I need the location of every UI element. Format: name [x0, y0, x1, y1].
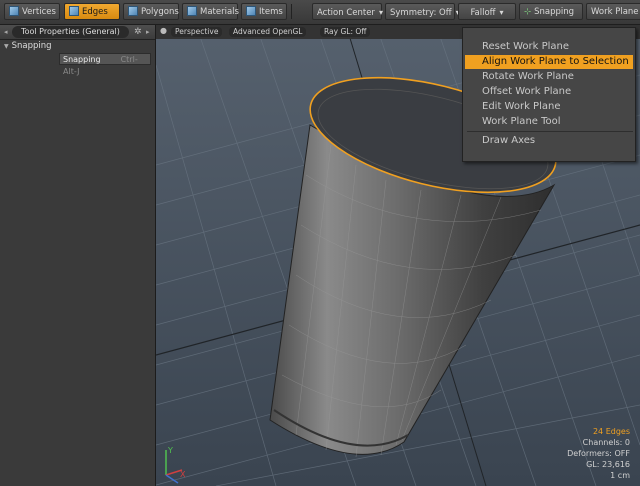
gear-icon[interactable]: ✲	[134, 25, 142, 39]
snapping-icon: ⊹	[524, 7, 532, 17]
polygons-button[interactable]: Polygons	[123, 3, 179, 20]
selection-count: 24 Edges	[592, 427, 630, 436]
menu-item-work-plane-tool[interactable]: Work Plane Tool	[465, 115, 633, 129]
work-plane-menu: Reset Work Plane Align Work Plane to Sel…	[462, 27, 636, 162]
menu-item-align-work-plane[interactable]: Align Work Plane to Selection	[465, 55, 633, 69]
material-mode-icon	[187, 6, 197, 16]
polygon-mode-icon	[128, 6, 138, 16]
work-plane-button[interactable]: Work Plane	[586, 3, 640, 20]
axis-y-label: Y	[167, 446, 173, 455]
vertex-mode-icon	[9, 6, 19, 16]
ray-gl-button[interactable]: Ray GL: Off	[320, 27, 371, 37]
edge-mode-icon	[69, 6, 79, 16]
item-mode-icon	[246, 6, 256, 16]
panel-menu-icon[interactable]: ▸	[146, 25, 150, 39]
edges-button[interactable]: Edges	[64, 3, 120, 20]
items-button[interactable]: Items	[241, 3, 287, 20]
action-center-dropdown[interactable]: Action Center	[312, 3, 382, 20]
menu-item-rotate-work-plane[interactable]: Rotate Work Plane	[465, 70, 633, 84]
menu-item-offset-work-plane[interactable]: Offset Work Plane	[465, 85, 633, 99]
menu-item-draw-axes[interactable]: Draw Axes	[465, 134, 633, 148]
perspective-view-button[interactable]: Perspective	[171, 27, 223, 37]
advanced-opengl-button[interactable]: Advanced OpenGL	[229, 27, 307, 37]
axis-x-label: X	[180, 470, 186, 479]
snapping-section-header[interactable]: ▼ Snapping	[0, 40, 155, 53]
snapping-row: Snapping Ctrl-Alt-J	[0, 53, 155, 76]
symmetry-dropdown[interactable]: Symmetry: Off	[385, 3, 455, 20]
snapping-button[interactable]: Snapping Ctrl-Alt-J	[59, 53, 151, 76]
vertices-button[interactable]: Vertices	[4, 3, 60, 20]
triangle-down-icon: ▼	[4, 43, 9, 50]
viewport-options-icon[interactable]: ●	[160, 26, 167, 35]
menu-divider	[467, 131, 633, 132]
deformers-status: Deformers: OFF	[567, 449, 630, 458]
channels-count: Channels: 0	[582, 438, 630, 447]
top-toolbar: Vertices Edges Polygons Materials Items …	[0, 0, 640, 25]
menu-item-edit-work-plane[interactable]: Edit Work Plane	[465, 100, 633, 114]
panel-header: ◂ Tool Properties (General) ✲ ▸	[0, 25, 155, 40]
gl-count: GL: 23,616	[586, 460, 630, 469]
materials-button[interactable]: Materials	[182, 3, 239, 20]
viewport-stats: 24 Edges Channels: 0 Deformers: OFF GL: …	[567, 426, 630, 481]
tool-properties-panel: ◂ Tool Properties (General) ✲ ▸ ▼ Snappin…	[0, 25, 156, 486]
snapping-toggle[interactable]: ⊹ Snapping	[519, 3, 583, 20]
tool-properties-tab[interactable]: Tool Properties (General)	[12, 26, 129, 38]
toolbar-divider	[291, 4, 292, 19]
grid-scale: 1 cm	[610, 471, 630, 480]
panel-collapse-icon[interactable]: ◂	[4, 25, 8, 39]
falloff-dropdown[interactable]: Falloff	[458, 3, 516, 20]
menu-item-reset-work-plane[interactable]: Reset Work Plane	[465, 40, 633, 54]
